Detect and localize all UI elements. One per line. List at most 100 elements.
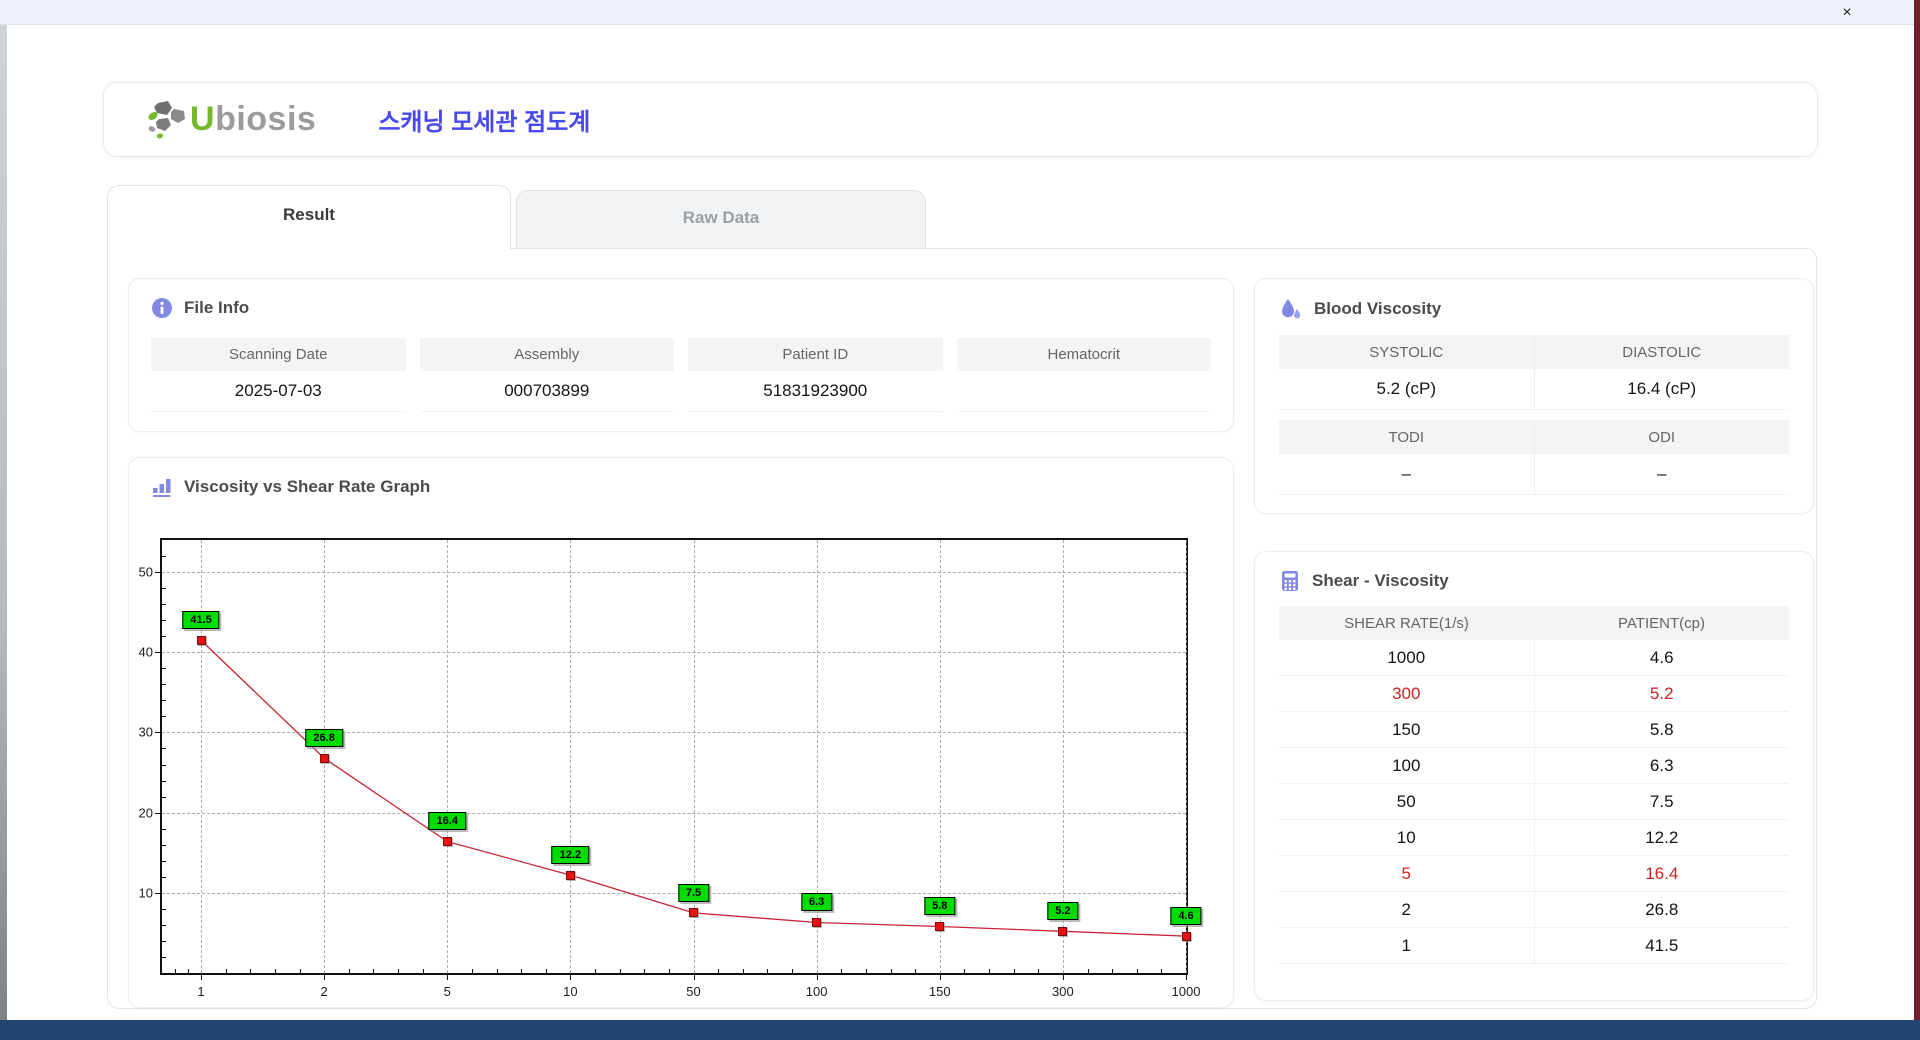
result-tab-panel: File Info Scanning Date 2025-07-03 Assembl… — [107, 248, 1817, 1009]
field-value: 51831923900 — [688, 371, 943, 412]
data-point-marker — [565, 870, 575, 880]
shear-viscosity-card: Shear - Viscosity SHEAR RATE(1/s) PATIEN… — [1254, 551, 1814, 1001]
x-axis-tick — [324, 975, 326, 980]
shear-rate-cell: 1 — [1401, 935, 1411, 955]
data-point-marker — [935, 921, 945, 931]
blood-viscosity-table: SYSTOLIC DIASTOLIC 5.2 (cP) 16.4 (cP) TODI OD… — [1279, 335, 1789, 495]
tab-raw-data[interactable]: Raw Data — [516, 190, 926, 249]
x-axis-tick-label: 5 — [443, 984, 451, 999]
plot-wrap: 1 2 5 10 50 100 150 300 1000 10 20 30 40 50 41.5 26.8 16… — [139, 538, 1202, 999]
file-info-field: Patient ID 51831923900 — [688, 338, 943, 412]
data-point-label: 26.8 — [305, 729, 343, 748]
tab-result[interactable]: Result — [107, 185, 511, 249]
bv-header-row: TODI ODI — [1279, 420, 1789, 454]
x-axis-tick-label: 100 — [805, 984, 828, 999]
data-point-label: 4.6 — [1170, 907, 1202, 926]
table-row: 100 6.3 — [1279, 748, 1789, 784]
bv-value-cell: – — [1279, 454, 1534, 495]
bar-chart-icon — [151, 476, 173, 498]
patient-cell: 4.6 — [1533, 640, 1790, 675]
field-value: 2025-07-03 — [151, 371, 406, 412]
file-info-title-row: File Info — [151, 297, 1211, 319]
app-window: Ubiosis 스캐닝 모세관 점도계 Result Raw Data File… — [7, 25, 1914, 1020]
x-axis-tick — [939, 975, 941, 980]
y-axis-tick-label: 50 — [138, 564, 153, 580]
bv-header-cell: TODI — [1279, 420, 1534, 454]
field-value: 000703899 — [419, 371, 674, 412]
shear-viscosity-table: SHEAR RATE(1/s) PATIENT(cp) 1000 4.6 300 5.… — [1279, 606, 1789, 964]
patient-cell: 6.3 — [1533, 748, 1790, 783]
x-axis-tick-label: 1 — [197, 984, 205, 999]
table-row: 50 7.5 — [1279, 784, 1789, 820]
data-point-label: 5.8 — [924, 897, 956, 916]
x-axis-tick — [201, 975, 202, 980]
shear-rate-cell: 1000 — [1387, 647, 1426, 667]
data-point-marker — [319, 753, 329, 763]
file-info-card: File Info Scanning Date 2025-07-03 Assembl… — [128, 278, 1234, 432]
shear-rate-cell: 300 — [1392, 683, 1421, 703]
shear-table-header: SHEAR RATE(1/s) PATIENT(cp) — [1279, 606, 1789, 640]
data-point-label: 7.5 — [677, 883, 710, 902]
bv-header-cell: SYSTOLIC — [1279, 335, 1534, 369]
x-axis-tick-label: 50 — [686, 984, 701, 999]
y-axis-tick-label: 30 — [138, 724, 153, 740]
bv-value-cell: – — [1533, 454, 1789, 495]
left-edge-strip — [0, 25, 7, 1020]
window-titlebar: × — [0, 0, 1914, 25]
x-axis-tick — [693, 975, 695, 980]
shear-rate-cell: 10 — [1396, 827, 1416, 847]
bv-header-cell: ODI — [1533, 420, 1789, 454]
data-point-marker — [1058, 926, 1068, 936]
x-axis-tick-label: 300 — [1052, 984, 1074, 999]
right-edge-strip — [1914, 0, 1920, 1040]
blood-viscosity-title-row: Blood Viscosity — [1279, 297, 1789, 321]
logo-rest: biosis — [215, 100, 317, 138]
data-point-label: 12.2 — [551, 846, 590, 865]
bottom-bar — [0, 1020, 1920, 1040]
field-label: Patient ID — [688, 338, 943, 371]
data-point-marker — [196, 635, 206, 645]
patient-cell: 12.2 — [1533, 820, 1790, 855]
file-info-title: File Info — [184, 298, 250, 317]
x-axis-tick — [447, 975, 449, 980]
patient-cell: 26.8 — [1533, 892, 1790, 927]
calculator-icon — [1279, 570, 1301, 592]
ubiosis-logo: Ubiosis — [144, 99, 316, 141]
blood-viscosity-title: Blood Viscosity — [1314, 299, 1442, 318]
shear-rate-cell: 50 — [1396, 791, 1416, 811]
shear-rate-cell: 5 — [1401, 863, 1411, 883]
viscosity-line — [200, 639, 1187, 937]
y-axis-tick-label: 40 — [138, 644, 153, 660]
data-point-label: 6.3 — [800, 893, 833, 912]
y-axis-tick — [155, 892, 160, 894]
y-axis-tick — [155, 572, 160, 574]
y-axis-tick-label: 10 — [138, 885, 153, 901]
info-icon — [151, 297, 173, 319]
data-point-label: 16.4 — [428, 812, 466, 831]
x-axis-tick-label: 10 — [563, 984, 578, 999]
patient-column-header: PATIENT(cp) — [1618, 614, 1705, 632]
data-point-label: 5.2 — [1047, 902, 1079, 921]
droplets-icon — [1279, 297, 1303, 321]
table-row: 5 16.4 — [1279, 856, 1789, 892]
file-info-field: Scanning Date 2025-07-03 — [151, 338, 406, 412]
y-axis-tick — [155, 812, 160, 814]
shear-rate-cell: 2 — [1401, 899, 1411, 919]
field-label: Hematocrit — [956, 338, 1211, 371]
y-axis-tick-label: 20 — [138, 805, 153, 821]
x-axis-tick — [1186, 975, 1187, 980]
shear-viscosity-title: Shear - Viscosity — [1312, 571, 1449, 590]
bv-header-cell: DIASTOLIC — [1533, 335, 1789, 369]
shear-rate-cell: 150 — [1392, 719, 1421, 739]
close-icon[interactable]: × — [1836, 2, 1858, 24]
field-label: Assembly — [419, 338, 674, 371]
table-row: 300 5.2 — [1279, 676, 1789, 712]
table-row: 1 41.5 — [1279, 928, 1789, 964]
plot-area: 1 2 5 10 50 100 150 300 1000 10 20 30 40 50 41.5 26.8 16… — [139, 538, 1202, 999]
x-axis-tick-label: 150 — [928, 984, 951, 999]
y-axis-tick — [155, 732, 160, 734]
table-row: 150 5.8 — [1279, 712, 1789, 748]
patient-cell: 16.4 — [1533, 856, 1790, 891]
table-gap — [1279, 410, 1789, 420]
data-point-marker — [1181, 931, 1191, 941]
